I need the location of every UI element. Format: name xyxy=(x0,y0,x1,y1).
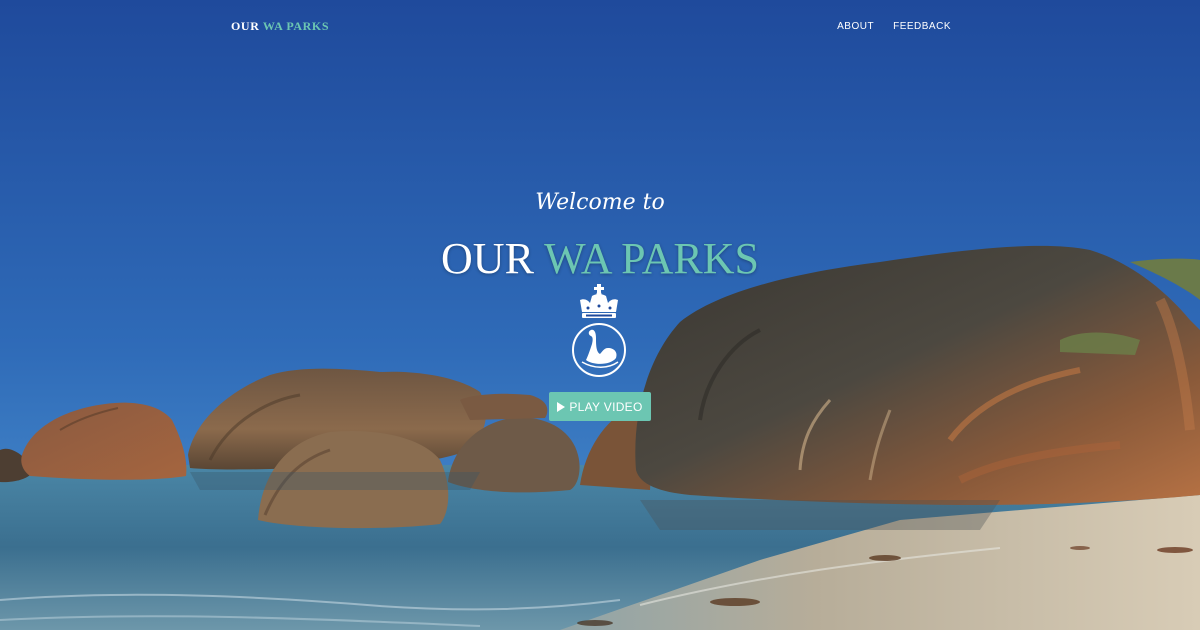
title-word-our: OUR xyxy=(441,234,534,283)
title-word-wa-parks: WA PARKS xyxy=(544,234,759,283)
play-video-button[interactable]: PLAY VIDEO xyxy=(549,392,651,421)
brand-logo-link[interactable]: OUR WA PARKS xyxy=(231,19,329,34)
top-nav: ABOUT FEEDBACK xyxy=(837,21,951,32)
brand-word-wa-parks: WA PARKS xyxy=(262,19,330,33)
brand-word-our: OUR xyxy=(231,19,260,33)
hero-section: OUR WA PARKS ABOUT FEEDBACK Welcome to O… xyxy=(0,0,1200,630)
nav-link-feedback[interactable]: FEEDBACK xyxy=(893,21,951,32)
play-icon xyxy=(557,401,566,412)
nav-link-about[interactable]: ABOUT xyxy=(837,21,874,32)
play-video-label: PLAY VIDEO xyxy=(569,399,643,414)
page-title: OUR WA PARKS xyxy=(0,233,1200,284)
welcome-text: Welcome to xyxy=(535,190,665,215)
crown-swan-crest-icon xyxy=(572,284,626,377)
